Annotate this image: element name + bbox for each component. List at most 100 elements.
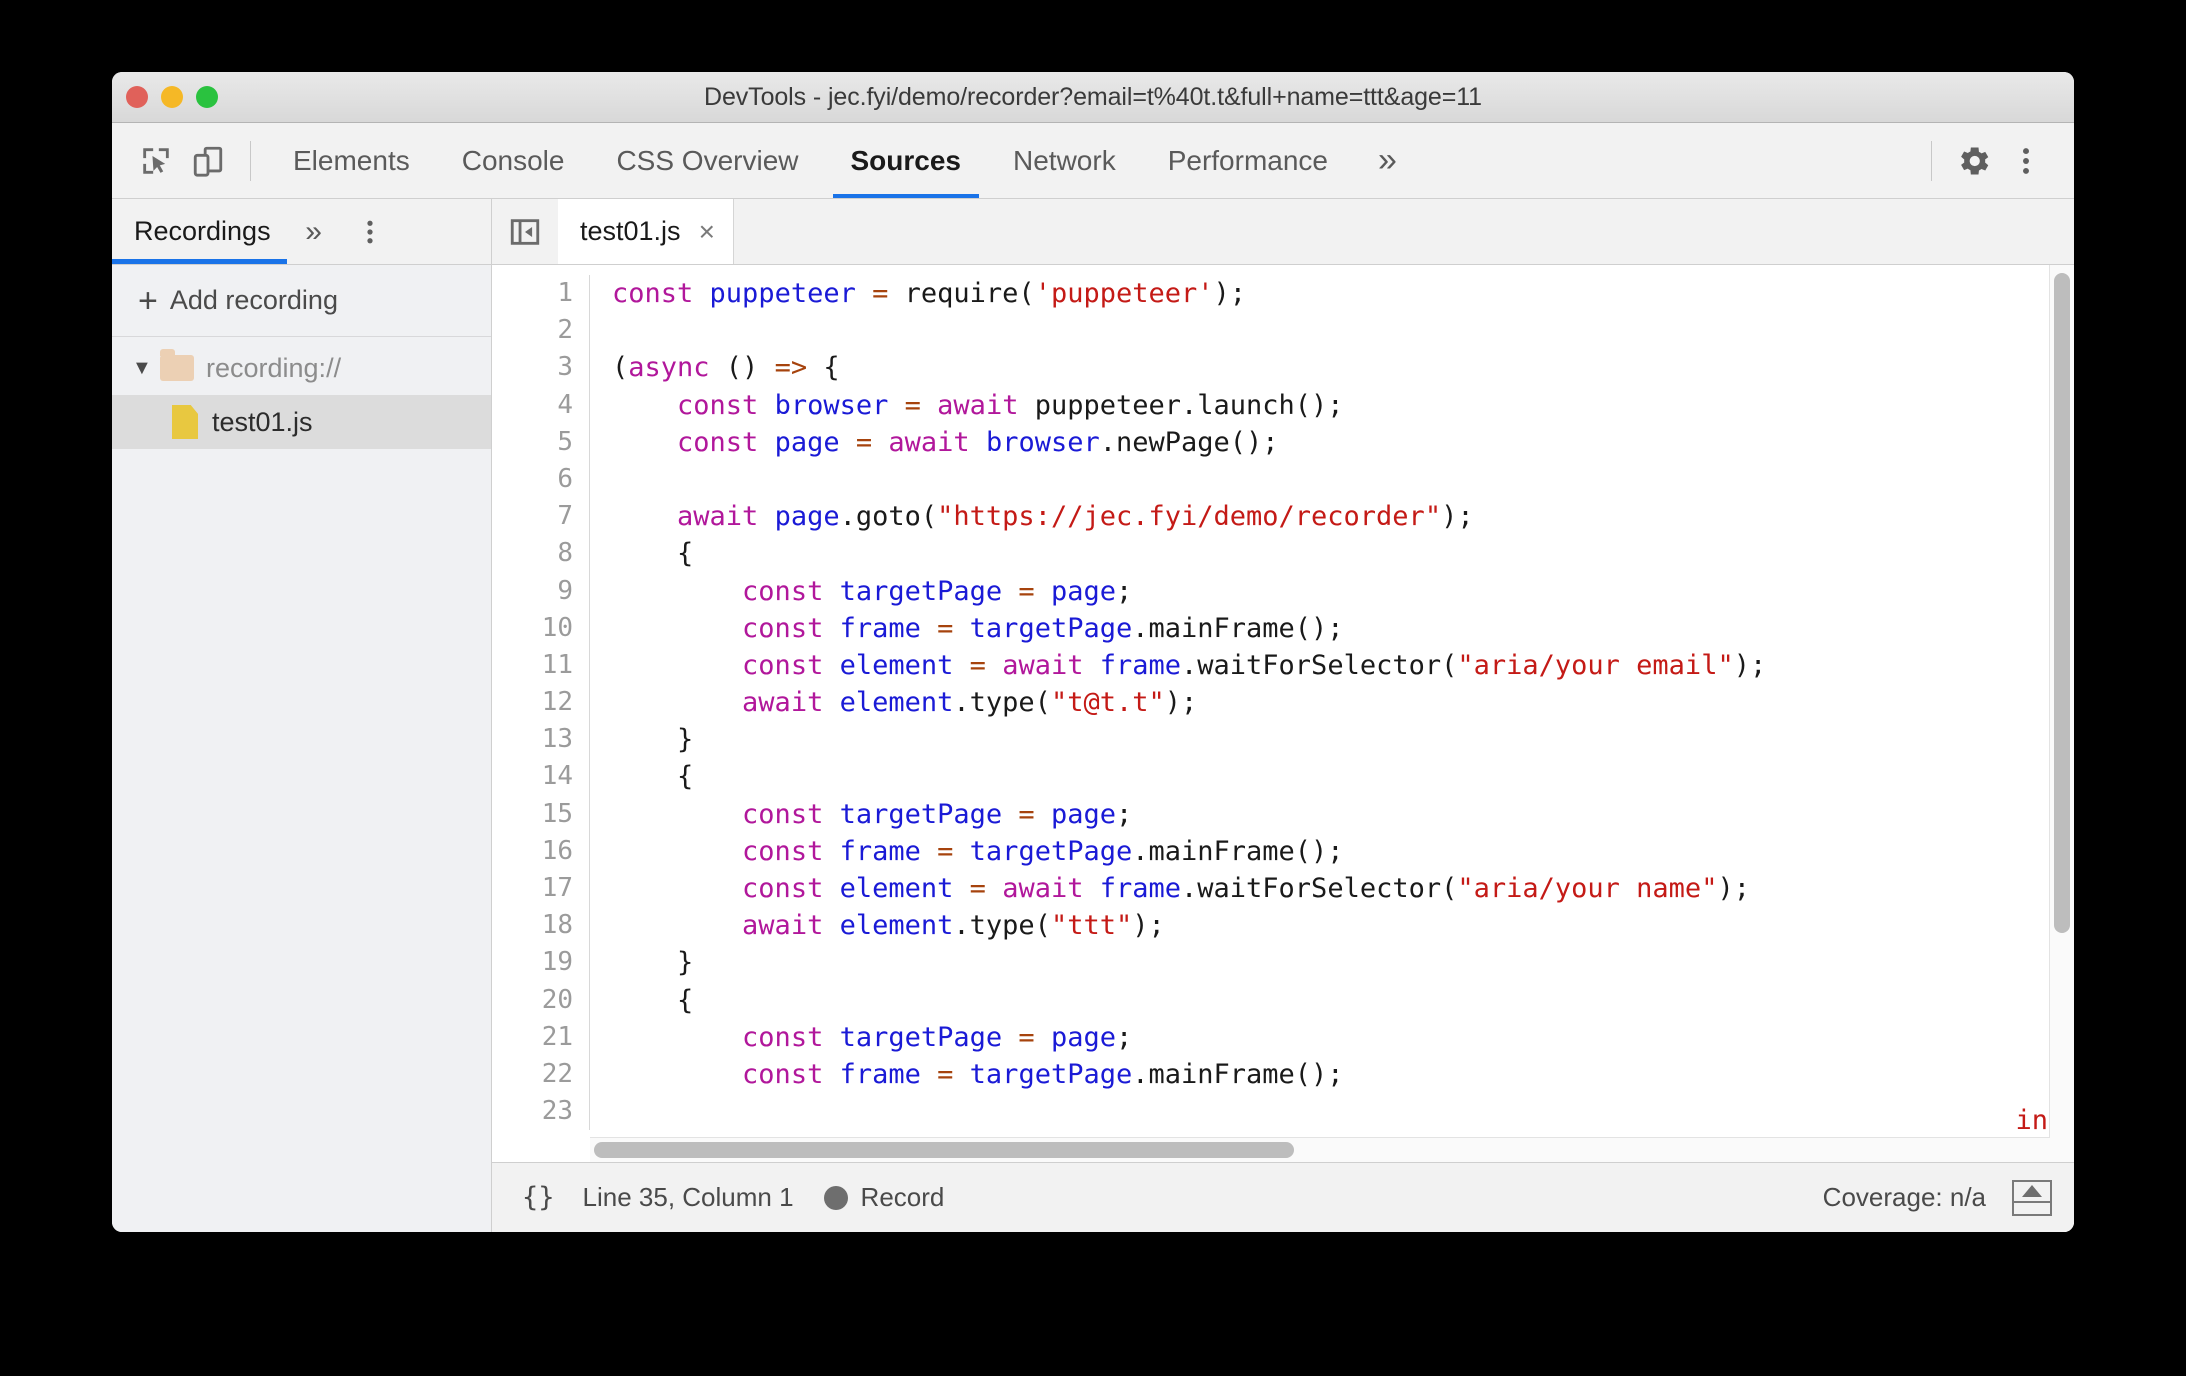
- code-line: 22 const frame = targetPage.mainFrame();: [492, 1055, 2074, 1094]
- code-line-text: const targetPage = page;: [742, 1021, 1133, 1053]
- line-number[interactable]: 12: [492, 684, 590, 722]
- code-line-text: {: [612, 984, 694, 1016]
- line-number[interactable]: 15: [492, 795, 590, 833]
- code-line: 15 const targetPage = page;: [492, 795, 2074, 833]
- tree-item-test01js[interactable]: test01.js: [112, 395, 491, 449]
- code-scroll-viewport: 1 const puppeteer = require('puppeteer');…: [492, 265, 2074, 1162]
- code-line: 18 await element.type("ttt");: [492, 907, 2074, 945]
- inspect-element-icon[interactable]: [130, 135, 182, 187]
- code-line: 4 const browser = await puppeteer.launch…: [492, 386, 2074, 424]
- close-icon[interactable]: ×: [699, 217, 715, 246]
- code-line-text: {: [612, 538, 694, 570]
- code-lines: 1 const puppeteer = require('puppeteer');…: [492, 265, 2074, 1131]
- line-number[interactable]: 10: [492, 609, 590, 647]
- line-number[interactable]: 1: [492, 275, 590, 313]
- sidebar-tab-recordings[interactable]: Recordings: [112, 199, 287, 264]
- code-line: 9 const targetPage = page;: [492, 572, 2074, 610]
- line-number[interactable]: 7: [492, 498, 590, 536]
- screenshot-root: DevTools - jec.fyi/demo/recorder?email=t…: [0, 0, 2186, 1376]
- tab-console[interactable]: Console: [436, 123, 591, 198]
- recordings-sidebar: Recordings » + Add recording ▼ recording…: [112, 199, 492, 1232]
- code-line-text: const targetPage = page;: [742, 798, 1133, 830]
- line-number[interactable]: 19: [492, 944, 590, 982]
- code-line-text: const frame = targetPage.mainFrame();: [742, 612, 1344, 644]
- editor-vertical-scrollbar-thumb[interactable]: [2054, 273, 2070, 933]
- code-line: 3 (async () => {: [492, 349, 2074, 387]
- code-line: 5 const page = await browser.newPage();: [492, 423, 2074, 461]
- tab-css-overview[interactable]: CSS Overview: [590, 123, 824, 198]
- kebab-menu-icon[interactable]: [2000, 135, 2052, 187]
- code-line-text: const element = await frame.waitForSelec…: [742, 873, 1750, 904]
- chevron-down-icon[interactable]: ▼: [132, 358, 160, 378]
- code-line-text: }: [612, 947, 694, 979]
- line-number[interactable]: 2: [492, 312, 590, 350]
- line-number[interactable]: 3: [492, 349, 590, 387]
- line-number[interactable]: 22: [492, 1055, 590, 1094]
- line-number[interactable]: 16: [492, 832, 590, 871]
- gear-icon[interactable]: [1948, 135, 2000, 187]
- close-window-button[interactable]: [126, 86, 148, 108]
- code-line: 12 await element.type("t@t.t");: [492, 684, 2074, 722]
- show-drawer-icon[interactable]: [2012, 1179, 2052, 1216]
- line-number[interactable]: 6: [492, 460, 590, 499]
- collapse-navigator-icon[interactable]: [492, 199, 558, 264]
- sidebar-more-chevron-icon[interactable]: »: [287, 199, 341, 264]
- code-line-text: const puppeteer = require('puppeteer');: [612, 278, 1247, 309]
- code-line: 8 {: [492, 535, 2074, 573]
- code-line: 13 }: [492, 721, 2074, 759]
- code-line: 17 const element = await frame.waitForSe…: [492, 870, 2074, 908]
- toolbar-divider: [250, 140, 251, 181]
- code-line-text: const element = await frame.waitForSelec…: [742, 649, 1767, 681]
- pretty-print-button[interactable]: {}: [522, 1182, 555, 1213]
- line-number[interactable]: 11: [492, 646, 590, 685]
- tab-elements[interactable]: Elements: [267, 123, 436, 198]
- line-number[interactable]: 20: [492, 981, 590, 1019]
- code-line-text: const frame = targetPage.mainFrame();: [742, 1058, 1344, 1090]
- tab-sources[interactable]: Sources: [825, 123, 988, 198]
- window-traffic-lights: [126, 72, 218, 122]
- js-file-icon: [172, 405, 198, 439]
- line-number[interactable]: 18: [492, 907, 590, 945]
- tab-network[interactable]: Network: [987, 123, 1142, 198]
- clipped-string-fragment: in: [2015, 1105, 2048, 1136]
- editor-vertical-scrollbar-track[interactable]: [2049, 265, 2074, 1162]
- more-panels-chevron-icon[interactable]: »: [1354, 141, 1421, 180]
- minimize-window-button[interactable]: [161, 86, 183, 108]
- line-number[interactable]: 4: [492, 386, 590, 424]
- code-line-text: const browser = await puppeteer.launch()…: [677, 389, 1344, 421]
- device-toolbar-icon[interactable]: [182, 135, 234, 187]
- line-number[interactable]: 23: [492, 1093, 590, 1131]
- tree-item-recording-root-label: recording://: [206, 352, 342, 383]
- toolbar-right-actions: [1915, 135, 2074, 187]
- code-editor[interactable]: 1 const puppeteer = require('puppeteer');…: [492, 265, 2074, 1162]
- editor-horizontal-scrollbar-thumb[interactable]: [594, 1142, 1294, 1158]
- maximize-window-button[interactable]: [196, 86, 218, 108]
- code-line: 21 const targetPage = page;: [492, 1018, 2074, 1056]
- recordings-tree: ▼ recording:// test01.js: [112, 337, 491, 449]
- sidebar-tab-recordings-label: Recordings: [134, 216, 271, 246]
- editor-statusbar: {} Line 35, Column 1 Record Coverage: n/…: [492, 1162, 2074, 1232]
- editor-tab-test01js[interactable]: test01.js ×: [558, 199, 734, 264]
- line-number[interactable]: 21: [492, 1018, 590, 1056]
- tree-item-test01js-label: test01.js: [212, 406, 313, 437]
- add-recording-button[interactable]: + Add recording: [112, 265, 491, 337]
- line-number[interactable]: 17: [492, 870, 590, 908]
- code-line-text: const frame = targetPage.mainFrame();: [742, 835, 1344, 867]
- record-label: Record: [860, 1182, 945, 1212]
- window-title: DevTools - jec.fyi/demo/recorder?email=t…: [704, 82, 1482, 111]
- sidebar-kebab-menu-icon[interactable]: [341, 199, 399, 264]
- toolbar-divider-right: [1931, 140, 1932, 181]
- code-line: 16 const frame = targetPage.mainFrame();: [492, 832, 2074, 871]
- line-number[interactable]: 13: [492, 721, 590, 759]
- code-line: 2: [492, 312, 2074, 350]
- code-line: 10 const frame = targetPage.mainFrame();: [492, 609, 2074, 647]
- tab-performance[interactable]: Performance: [1142, 123, 1354, 198]
- record-button[interactable]: Record: [823, 1182, 945, 1213]
- line-number[interactable]: 9: [492, 572, 590, 610]
- line-number[interactable]: 14: [492, 758, 590, 796]
- tree-item-recording-root[interactable]: ▼ recording://: [112, 341, 491, 395]
- editor-horizontal-scrollbar-track[interactable]: [590, 1137, 2050, 1162]
- line-number[interactable]: 5: [492, 423, 590, 461]
- tab-network-label: Network: [1013, 144, 1116, 176]
- line-number[interactable]: 8: [492, 535, 590, 573]
